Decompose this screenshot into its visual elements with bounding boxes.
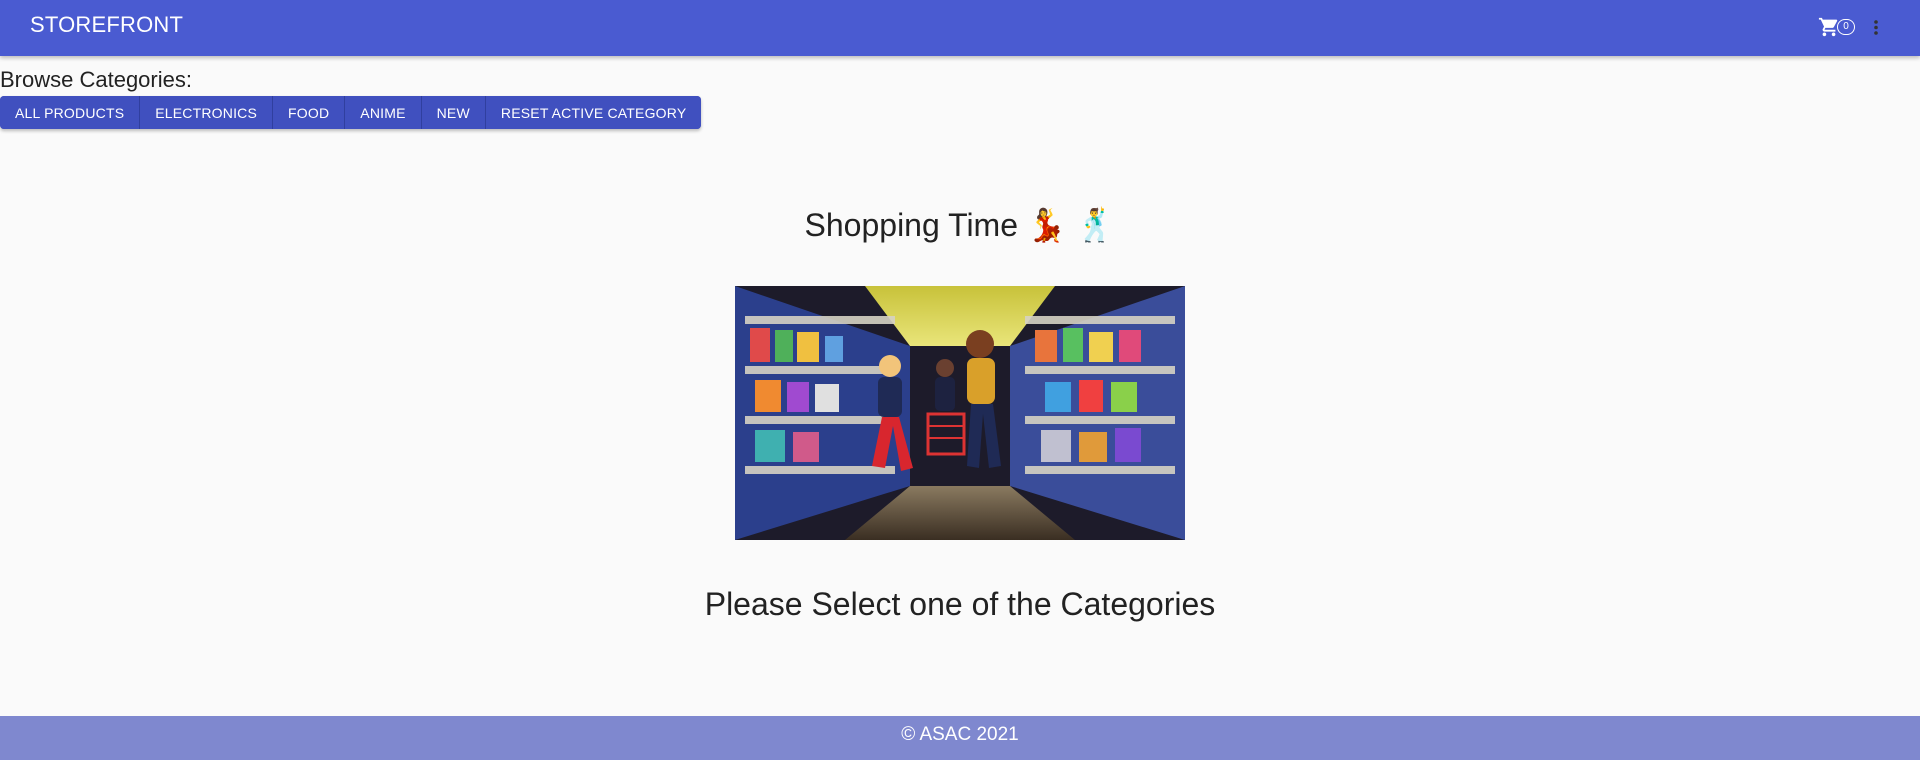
reset-active-category-button[interactable]: RESET ACTIVE CATEGORY — [485, 96, 702, 129]
category-electronics-button[interactable]: ELECTRONICS — [140, 96, 274, 129]
more-options-button[interactable] — [1864, 14, 1888, 42]
brand-title[interactable]: STOREFRONT — [30, 12, 183, 38]
browse-categories-label: Browse Categories: — [0, 67, 192, 92]
hero-title: Shopping Time 💃 🕺 — [804, 207, 1116, 243]
footer: © ASAC 2021 — [0, 716, 1920, 760]
cart-count-badge: 0 — [1837, 19, 1855, 35]
more-vert-icon — [1874, 20, 1878, 35]
shopping-hero-image — [735, 286, 1185, 540]
category-all-products-button[interactable]: ALL PRODUCTS — [0, 96, 141, 129]
app-bar: STOREFRONT 0 — [0, 0, 1920, 56]
cart-button[interactable]: 0 — [1816, 14, 1856, 42]
category-prompt: Please Select one of the Categories — [704, 586, 1216, 622]
category-food-button[interactable]: FOOD — [273, 96, 346, 129]
category-new-button[interactable]: NEW — [421, 96, 486, 129]
category-anime-button[interactable]: ANIME — [345, 96, 422, 129]
category-button-group: ALL PRODUCTS ELECTRONICS FOOD ANIME NEW … — [0, 96, 702, 129]
